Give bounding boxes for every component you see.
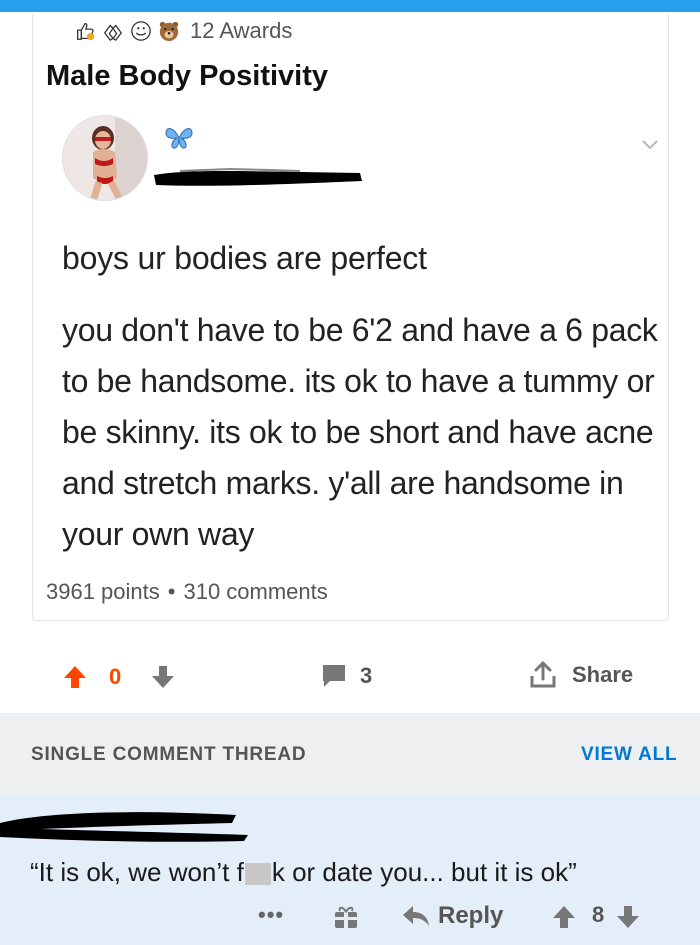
comment: “It is ok, we won’t f k or date you... bu…	[0, 795, 700, 945]
censor-blur	[244, 863, 271, 886]
chevron-down-icon[interactable]	[640, 138, 660, 152]
comments-button[interactable]: 3	[320, 662, 372, 690]
comment-bubble-icon	[323, 665, 345, 687]
comment-text: “It is ok, we won’t f k or date you... bu…	[30, 857, 577, 888]
thumbs-up-award-icon	[77, 23, 95, 41]
post-title[interactable]: Male Body Positivity	[46, 60, 328, 93]
redacted-handle	[154, 167, 362, 186]
post-meta: 3961 points • 310 comments	[46, 579, 328, 605]
avatar-photo	[63, 116, 147, 200]
single-comment-thread-bar: SINGLE COMMENT THREAD VIEW ALL	[0, 713, 700, 795]
reply-button[interactable]: Reply	[402, 902, 503, 930]
comments-count[interactable]: 310 comments	[183, 579, 327, 605]
reply-label: Reply	[438, 902, 504, 929]
comment-downvote-icon[interactable]	[615, 904, 641, 930]
vote-count: 0	[109, 664, 122, 689]
comment-text-end: k or date you... but it is ok”	[271, 857, 577, 887]
butterfly-icon	[165, 128, 193, 149]
awards-row[interactable]: 12 Awards	[74, 14, 292, 48]
redacted-username	[0, 812, 248, 842]
comment-actions-bar: ••• Reply 8	[0, 902, 700, 938]
comment-text-start: “It is ok, we won’t f	[30, 857, 244, 887]
thread-label: SINGLE COMMENT THREAD	[31, 744, 307, 765]
comment-upvote-icon[interactable]	[551, 904, 577, 930]
smile-award-icon	[131, 21, 151, 41]
hands-award-icon	[103, 24, 123, 42]
upvote-arrow-icon	[64, 666, 86, 688]
points-count: 3961 points	[46, 579, 160, 604]
view-all-link[interactable]: VIEW ALL	[581, 744, 677, 766]
upvote-button[interactable]	[62, 664, 88, 690]
comment-count: 3	[360, 663, 373, 688]
comment-score: 8	[592, 902, 605, 927]
top-accent-bar	[0, 0, 700, 12]
downvote-button[interactable]	[150, 664, 176, 690]
bear-award-icon	[159, 21, 179, 42]
more-options-button[interactable]: •••	[258, 902, 284, 928]
tweet-first-line: boys ur bodies are perfect	[62, 240, 427, 276]
meta-separator: •	[167, 579, 176, 604]
share-icon	[530, 661, 556, 688]
post-actions-bar: 0 3 Share	[0, 650, 700, 706]
tweet-avatar	[62, 115, 148, 201]
share-button[interactable]: Share	[528, 660, 633, 690]
gift-award-icon[interactable]	[333, 904, 359, 930]
share-label: Share	[572, 662, 634, 687]
awards-count: 12 Awards	[190, 18, 293, 43]
reply-arrow-icon	[403, 906, 429, 926]
tweet-body: you don't have to be 6'2 and have a 6 pa…	[62, 312, 658, 552]
downvote-arrow-icon	[152, 666, 174, 688]
